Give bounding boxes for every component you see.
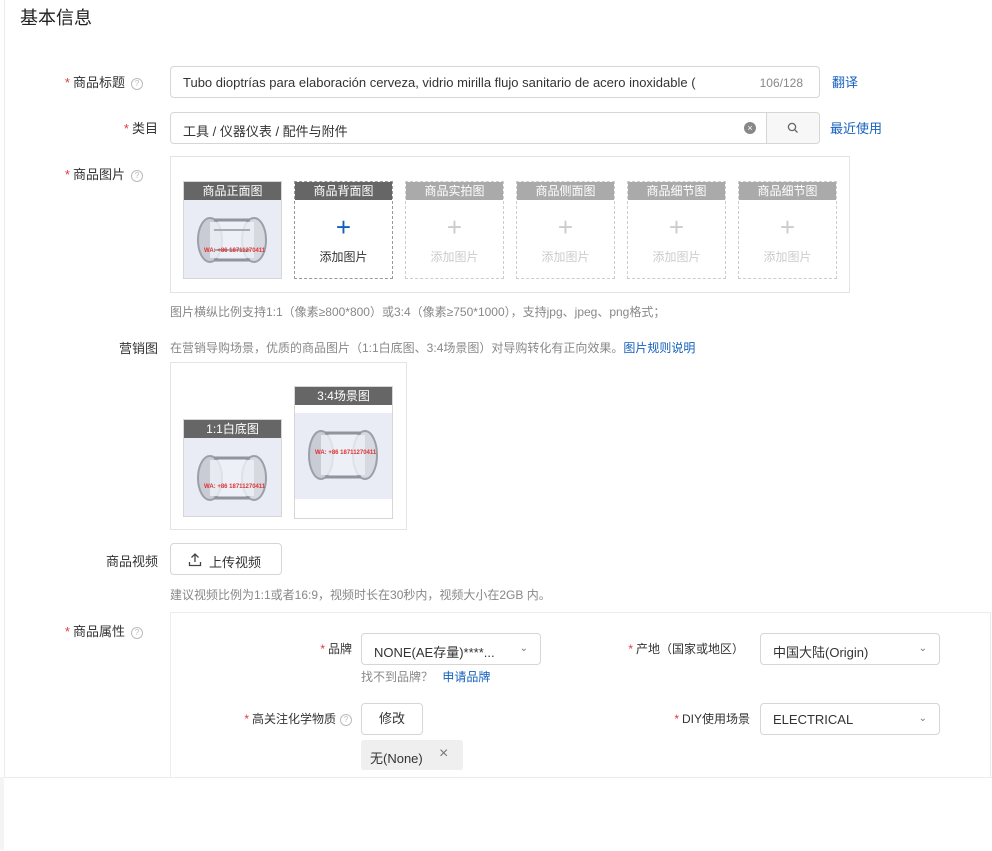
plus-icon: + [335,212,352,242]
plus-icon: + [557,212,574,242]
product-thumbnail: WA: +86 18711270411 [295,405,392,518]
image-slot-title: 商品正面图 [184,182,281,200]
attributes-label: * 商品属性? [3,621,143,640]
clear-icon[interactable]: × [744,122,756,134]
marketing-card-title: 3:4场景图 [295,387,392,405]
add-image-text: 添加图片 [652,250,701,264]
upload-video-button[interactable]: 上传视频 [170,543,282,575]
brand-select[interactable]: NONE(AE存量)****... ⌄ [361,633,541,665]
origin-value: 中国大陆(Origin) [773,645,869,660]
image-slot-title: 商品细节图 [739,182,836,200]
category-search-button[interactable] [767,113,819,143]
translate-link[interactable]: 翻译 [832,72,858,91]
image-slot-side: 商品侧面图 + 添加图片 [516,181,615,279]
image-slot-real: 商品实拍图 + 添加图片 [405,181,504,279]
chevron-down-icon: ⌄ [918,643,927,654]
add-image-text: 添加图片 [541,250,590,264]
origin-label: * 产地（国家或地区） [628,642,744,656]
image-slot-front[interactable]: 商品正面图 WA: +86 18711270411 [183,181,282,279]
image-slot-back[interactable]: 商品背面图 + 添加图片 [294,181,393,279]
brand-label: * 品牌 [320,642,352,656]
category-input[interactable]: 工具 / 仪器仪表 / 配件与附件 × [170,112,820,144]
watermark-text: WA: +86 18711270411 [204,484,266,490]
product-thumbnail: WA: +86 18711270411 [184,200,281,278]
modify-button[interactable]: 修改 [361,703,423,735]
image-upload-area: 商品正面图 WA: +86 18711270411 商品背面图 + 添加图片 商… [170,156,850,293]
brand-value: NONE(AE存量)****... [374,645,495,660]
marketing-card-title: 1:1白底图 [184,420,281,438]
brand-not-found: 找不到品牌？ 申请品牌 [361,670,491,684]
help-icon[interactable]: ? [131,626,143,639]
image-slot-detail: 商品细节图 + 添加图片 [627,181,726,279]
chevron-down-icon: ⌄ [519,643,528,654]
product-title-value: Tubo dioptrías para elaboración cerveza,… [183,75,696,90]
add-image-text: 添加图片 [319,250,368,264]
help-icon[interactable]: ? [340,713,352,726]
marketing-image-area: 1:1白底图 WA: +86 18711270411 3:4场景图 WA: +8… [170,362,407,530]
diy-label: * DIY使用场景 [674,712,750,726]
image-slot-title: 商品实拍图 [406,182,503,200]
image-slot-detail-2: 商品细节图 + 添加图片 [738,181,837,279]
image-slot-title: 商品细节图 [628,182,725,200]
marketing-scene-card[interactable]: 3:4场景图 WA: +86 18711270411 [294,386,393,519]
title-char-counter: 106/128 [759,76,803,90]
product-title-input[interactable]: Tubo dioptrías para elaboración cerveza,… [170,66,820,98]
upload-video-label: 上传视频 [209,555,262,570]
section-title: 基本信息 [20,8,92,28]
diy-value: ELECTRICAL [773,712,854,727]
image-slot-title: 商品背面图 [295,182,392,200]
diy-select[interactable]: ELECTRICAL ⌄ [760,703,940,735]
image-rules-link[interactable]: 图片规则说明 [623,341,695,355]
chemical-tag-label: 无(None) [370,751,423,766]
marketing-label: 营销图 [118,341,158,356]
plus-icon: + [668,212,685,242]
watermark-text: WA: +86 18711270411 [315,450,377,456]
marketing-hint: 在营销导购场景，优质的商品图片（1:1白底图、3:4场景图）对导购转化有正向效果… [170,341,696,355]
chemical-tag: 无(None) × [361,740,463,770]
chemical-label: * 高关注化学物质? [190,710,352,727]
plus-icon: + [779,212,796,242]
video-label: 商品视频 [105,554,158,569]
image-slot-title: 商品侧面图 [517,182,614,200]
add-image-text: 添加图片 [430,250,479,264]
search-icon [787,122,798,133]
category-value: 工具 / 仪器仪表 / 配件与附件 [183,124,348,139]
image-format-hint: 图片横纵比例支持1:1（像素≥800*800）或3:4（像素≥750*1000）… [170,305,666,319]
footer-area [4,777,992,851]
plus-icon: + [446,212,463,242]
sight-glass-image [184,438,281,516]
video-hint: 建议视频比例为1:1或者16:9，视频时长在30秒内，视频大小在2GB 内。 [170,588,551,602]
category-label: * 类目 [123,121,158,136]
help-icon[interactable]: ? [131,77,143,90]
apply-brand-link[interactable]: 申请品牌 [442,670,490,684]
marketing-white-bg-card[interactable]: 1:1白底图 WA: +86 18711270411 [183,419,282,517]
help-icon[interactable]: ? [131,169,143,182]
watermark-text: WA: +86 18711270411 [204,248,266,254]
add-image-text: 添加图片 [763,250,812,264]
upload-icon [188,553,202,567]
product-images-label: * 商品图片? [3,164,143,183]
chevron-down-icon: ⌄ [918,713,927,724]
sight-glass-image [184,200,281,278]
product-title-label: * 商品标题? [3,72,143,91]
origin-select[interactable]: 中国大陆(Origin) ⌄ [760,633,940,665]
required-mark: * [64,75,70,90]
close-icon[interactable]: × [439,745,448,763]
recent-used-link[interactable]: 最近使用 [830,118,882,137]
product-thumbnail: WA: +86 18711270411 [184,438,281,516]
